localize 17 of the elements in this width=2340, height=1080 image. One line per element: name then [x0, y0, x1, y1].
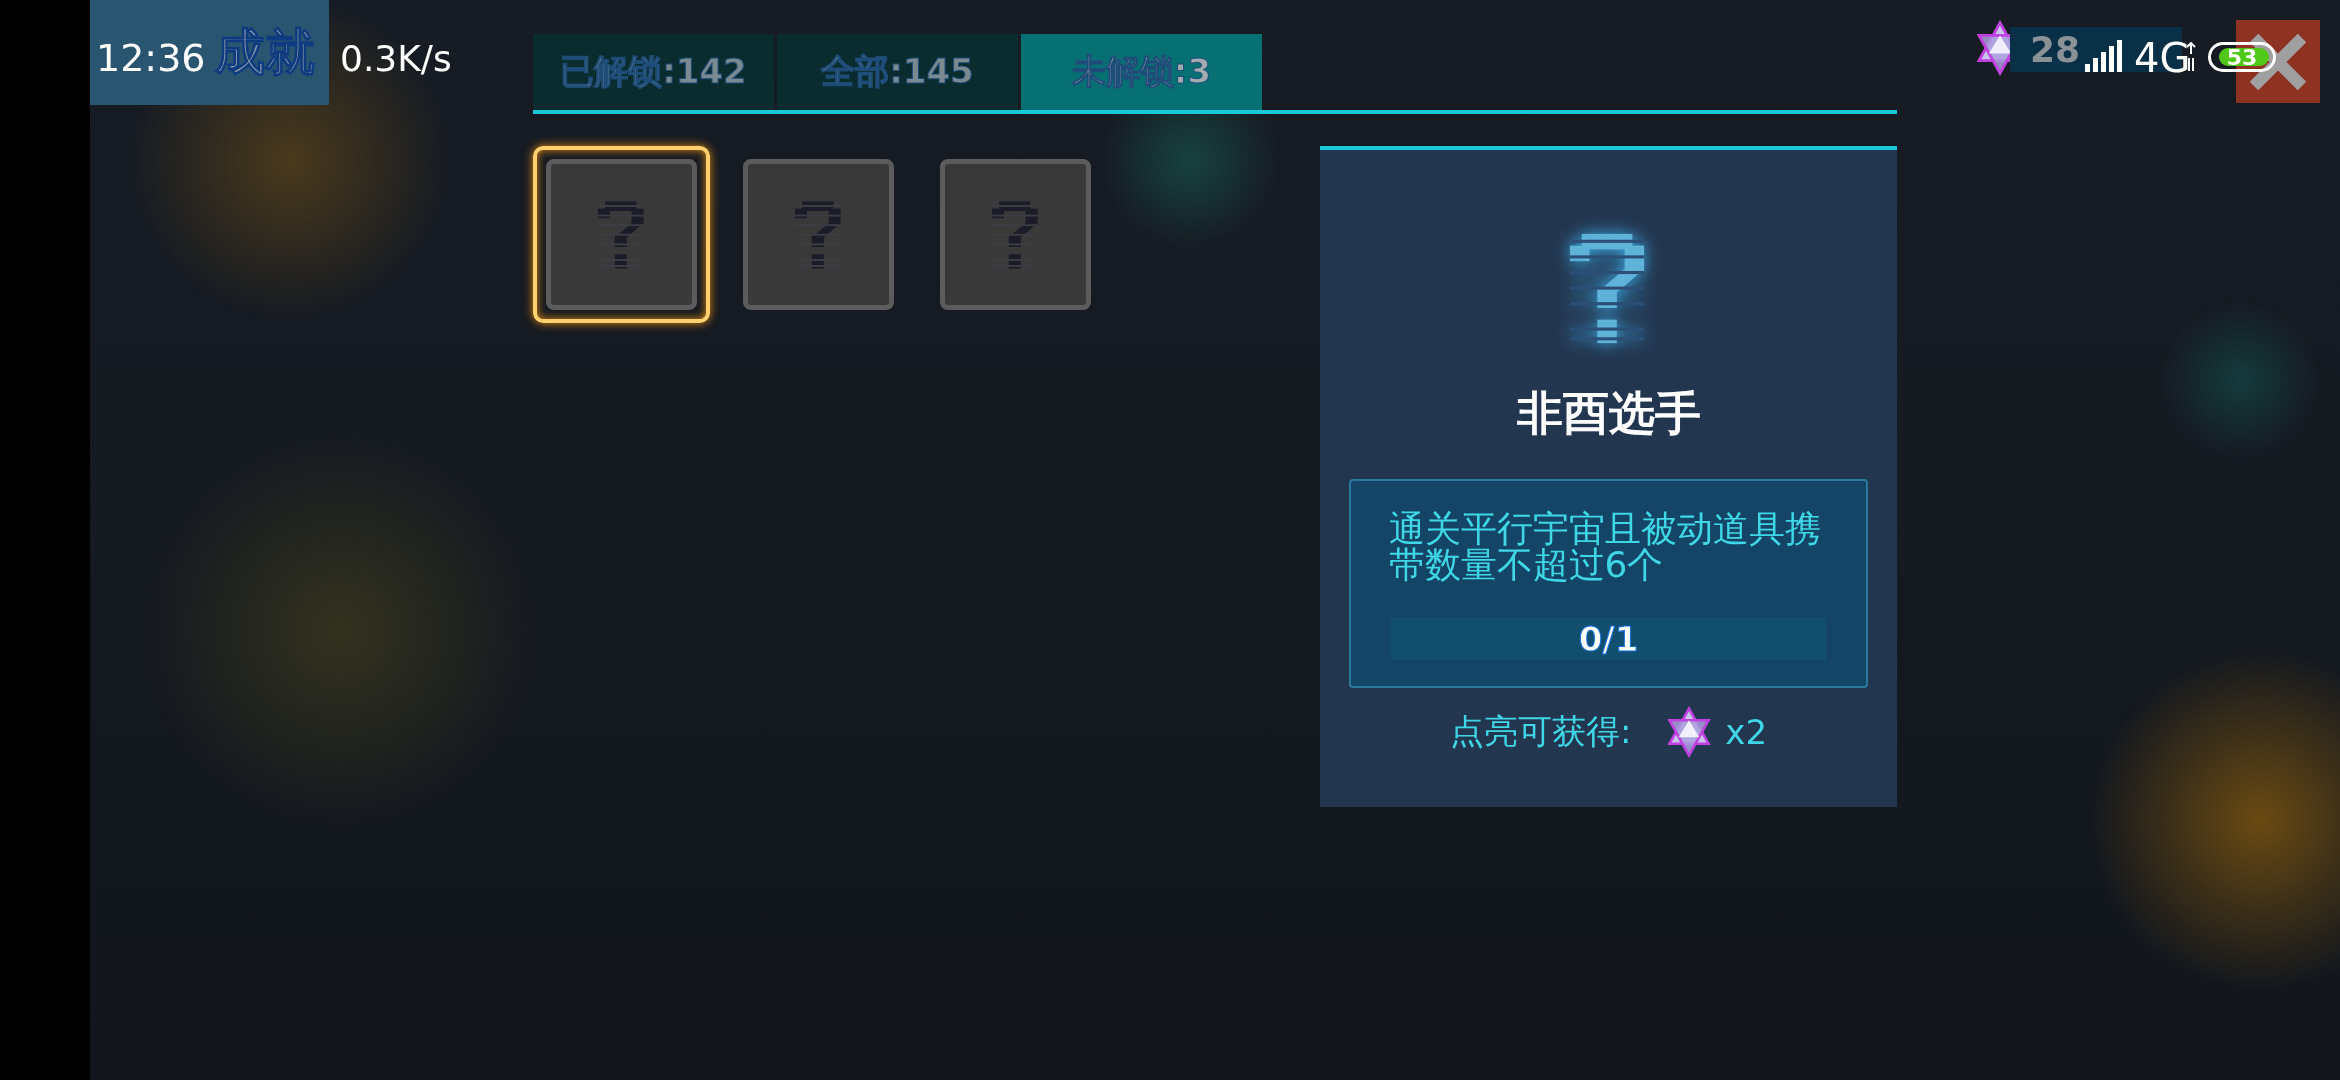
- question-mark-icon: [991, 198, 1040, 271]
- filter-tab[interactable]: 未解锁:3: [1021, 34, 1262, 110]
- question-mark-icon: [794, 198, 843, 271]
- filter-tab[interactable]: 已解锁:142: [533, 34, 774, 110]
- status-time: 12:36: [96, 36, 206, 80]
- reward-label: 点亮可获得:: [1449, 710, 1632, 753]
- reward-count: x2: [1725, 712, 1768, 752]
- signal-icon: [2085, 40, 2125, 72]
- achievement-tile[interactable]: [533, 146, 710, 323]
- battery-indicator: 53: [2208, 42, 2276, 72]
- question-mark-icon: [597, 198, 646, 271]
- network-speed: 0.3K/s: [340, 38, 452, 79]
- achievement-description: 通关平行宇宙且被动道具携带数量不超过6个: [1388, 511, 1822, 583]
- progress-text: 0/1: [1578, 618, 1639, 659]
- network-type: 4G: [2134, 35, 2191, 81]
- achievement-name: 非酉选手: [1516, 385, 1701, 442]
- filter-tab[interactable]: 全部:145: [777, 34, 1018, 110]
